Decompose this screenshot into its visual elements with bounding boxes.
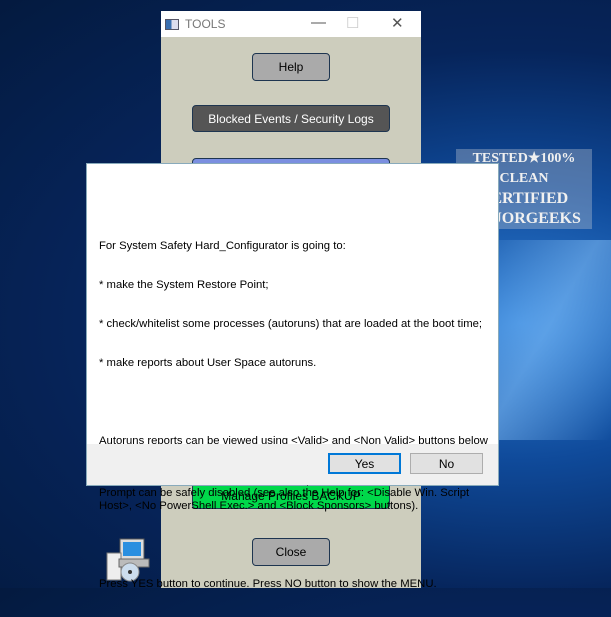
window-title: TOOLS xyxy=(185,17,226,31)
title-bar: TOOLS — ☐ ✕ xyxy=(161,11,421,37)
blocked-events-button[interactable]: Blocked Events / Security Logs xyxy=(192,105,390,132)
minimize-button[interactable]: — xyxy=(311,14,326,31)
dialog-message: For System Safety Hard_Configurator is g… xyxy=(99,214,494,617)
no-button[interactable]: No xyxy=(410,453,483,474)
maximize-button[interactable]: ☐ xyxy=(346,14,359,32)
yes-button[interactable]: Yes xyxy=(328,453,401,474)
confirmation-dialog: For System Safety Hard_Configurator is g… xyxy=(86,163,499,590)
message-line: Press YES button to continue. Press NO b… xyxy=(99,578,437,590)
message-line: * make reports about User Space autoruns… xyxy=(99,357,317,369)
dialog-button-bar: Yes No xyxy=(87,444,498,485)
help-button[interactable]: Help xyxy=(252,53,330,81)
message-line: * check/whitelist some processes (autoru… xyxy=(99,318,483,330)
message-line: For System Safety Hard_Configurator is g… xyxy=(99,240,346,252)
message-line: * make the System Restore Point; xyxy=(99,279,269,291)
close-window-button[interactable]: ✕ xyxy=(391,14,404,32)
app-icon xyxy=(165,18,179,30)
